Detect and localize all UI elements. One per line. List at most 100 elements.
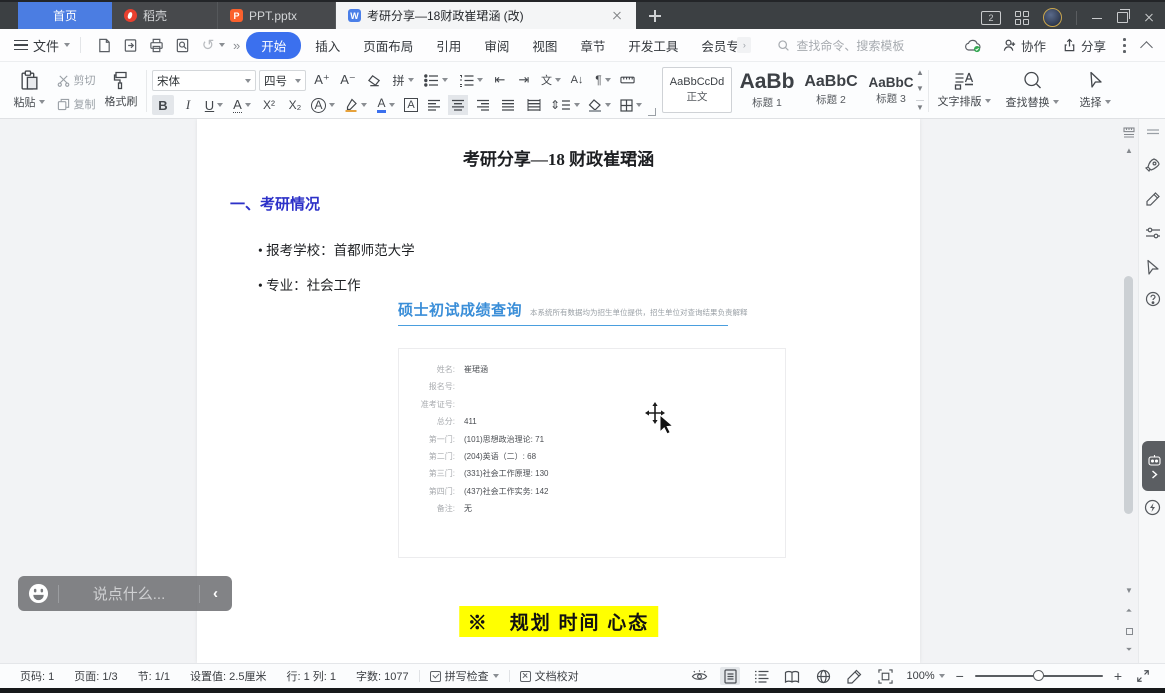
chat-collapse-icon[interactable]: ‹ xyxy=(209,585,222,602)
undo-dropdown-icon[interactable] xyxy=(219,43,225,47)
bold-button[interactable]: B xyxy=(152,95,174,115)
tab-home[interactable]: 首页 xyxy=(18,2,112,29)
copy-button[interactable]: 复制 xyxy=(52,95,100,113)
ai-assistant-panel[interactable] xyxy=(1142,441,1165,491)
pinyin-guide-button[interactable]: 拼 xyxy=(388,70,418,90)
chat-input-overlay[interactable]: 说点什么... ‹ xyxy=(18,576,232,611)
close-window-button[interactable] xyxy=(1142,11,1155,24)
read-mode-icon[interactable] xyxy=(782,667,802,685)
status-item[interactable]: 节: 1/1 xyxy=(128,668,180,684)
styles-scroll-down-icon[interactable]: ▼ xyxy=(916,84,924,93)
tab-close-icon[interactable] xyxy=(610,9,624,23)
zoom-slider[interactable] xyxy=(975,675,1103,677)
character-border-button[interactable]: A xyxy=(401,95,421,115)
proofread-toggle[interactable]: 文档校对 xyxy=(510,668,589,684)
user-avatar[interactable] xyxy=(1043,8,1062,27)
web-view-icon[interactable] xyxy=(813,667,833,685)
tab-document-active[interactable]: W 考研分享—18财政崔珺涵 (改) xyxy=(336,2,636,29)
sort-button[interactable]: A↓ xyxy=(564,70,590,90)
distribute-button[interactable] xyxy=(523,95,545,115)
file-menu[interactable]: 文件 xyxy=(14,36,70,55)
help-icon[interactable] xyxy=(1139,291,1165,307)
rail-drag-handle[interactable] xyxy=(1139,129,1165,135)
document-page[interactable]: 考研分享—18 财政崔珺涵 一、考研情况 • 报考学校：首都师范大学• 专业：社… xyxy=(197,119,920,663)
tab-ppt[interactable]: P PPT.pptx xyxy=(218,2,336,29)
cloud-sync-icon[interactable] xyxy=(962,34,984,56)
find-replace-button[interactable]: 查找替换 xyxy=(1000,66,1064,114)
font-group-launcher-icon[interactable] xyxy=(648,108,656,116)
menu-item[interactable]: 引用 xyxy=(436,36,461,55)
zoom-in-button[interactable]: + xyxy=(1114,668,1122,684)
collapse-ribbon-icon[interactable] xyxy=(1140,41,1153,54)
zoom-slider-handle[interactable] xyxy=(1033,670,1044,681)
justify-button[interactable] xyxy=(498,95,518,115)
tab-docer[interactable]: 稻壳 xyxy=(112,2,218,29)
settings-sliders-icon[interactable] xyxy=(1139,226,1165,240)
page-view-icon[interactable] xyxy=(720,667,740,685)
browse-object-icon[interactable] xyxy=(1122,624,1136,638)
next-page-icon[interactable]: ⏷ xyxy=(1122,643,1136,657)
command-search[interactable]: 查找命令、搜索模板 xyxy=(777,37,904,54)
clear-format-button[interactable] xyxy=(364,70,384,90)
bullet-list-button[interactable] xyxy=(420,70,452,90)
ruler-toggle-icon[interactable] xyxy=(1122,125,1136,139)
align-right-button[interactable] xyxy=(473,95,493,115)
zoom-level-button[interactable]: 100% xyxy=(906,670,944,682)
minimize-button[interactable] xyxy=(1091,12,1103,24)
ink-pen-icon[interactable] xyxy=(844,667,864,685)
style-heading-3[interactable]: AaBbC 标题 3 xyxy=(864,67,918,113)
status-item[interactable]: 行: 1 列: 1 xyxy=(276,668,346,684)
line-spacing-button[interactable]: ⇕ xyxy=(550,95,580,115)
superscript-button[interactable]: X² xyxy=(256,95,282,115)
previous-page-icon[interactable]: ⏶ xyxy=(1122,604,1136,618)
member-expand-icon[interactable]: › xyxy=(737,37,751,53)
more-quick-tools-icon[interactable]: » xyxy=(233,38,238,53)
pointer-icon[interactable] xyxy=(1139,259,1165,276)
status-item[interactable]: 设置值: 2.5厘米 xyxy=(180,668,276,684)
status-item[interactable]: 页码: 1 xyxy=(10,668,64,684)
show-marks-button[interactable]: ¶ xyxy=(590,70,616,90)
font-size-select[interactable]: 四号 xyxy=(259,70,306,91)
text-effects-button[interactable]: A xyxy=(308,95,338,115)
paste-button[interactable]: 粘贴 xyxy=(10,66,48,114)
cut-button[interactable]: 剪切 xyxy=(52,71,100,89)
menu-item[interactable]: 审阅 xyxy=(484,36,509,55)
grow-font-button[interactable]: A⁺ xyxy=(311,70,333,90)
shading-button[interactable] xyxy=(584,95,614,115)
workspace-grid-icon[interactable] xyxy=(1015,11,1029,25)
style-heading-1[interactable]: AaBb 标题 1 xyxy=(736,67,798,113)
styles-scroll-up-icon[interactable]: ▲ xyxy=(916,68,924,77)
edit-pen-icon[interactable] xyxy=(1139,191,1165,207)
subscript-button[interactable]: X₂ xyxy=(282,95,308,115)
restore-button[interactable] xyxy=(1117,12,1128,23)
increase-indent-button[interactable]: ⇥ xyxy=(513,70,535,90)
borders-button[interactable] xyxy=(616,95,646,115)
status-item[interactable]: 页面: 1/3 xyxy=(64,668,127,684)
more-menu-icon[interactable] xyxy=(1122,37,1126,53)
share-button[interactable]: 分享 xyxy=(1062,36,1106,55)
eye-protect-icon[interactable] xyxy=(689,667,709,685)
italic-button[interactable]: I xyxy=(177,95,199,115)
select-button[interactable]: 选择 xyxy=(1070,66,1120,114)
underline-button[interactable]: U xyxy=(200,95,228,115)
print-button[interactable] xyxy=(145,34,167,56)
new-tab-button[interactable] xyxy=(642,3,668,29)
window-count-badge[interactable]: 2 xyxy=(981,11,1001,25)
fit-page-icon[interactable] xyxy=(875,667,895,685)
text-layout-button[interactable]: 文字排版 xyxy=(934,66,994,114)
vertical-scrollbar[interactable]: ▲ ▼ ⏶ ⏷ xyxy=(1120,119,1138,663)
align-left-button[interactable] xyxy=(424,95,444,115)
format-painter-button[interactable]: 格式刷 xyxy=(100,66,142,114)
undo-button[interactable]: ↺ xyxy=(197,34,219,56)
style-heading-2[interactable]: AaBbC 标题 2 xyxy=(801,67,861,113)
spell-check-toggle[interactable]: 拼写检查 xyxy=(420,668,509,684)
save-button[interactable] xyxy=(93,34,115,56)
outline-view-icon[interactable] xyxy=(751,667,771,685)
flash-tool-icon[interactable] xyxy=(1139,499,1165,516)
font-name-select[interactable]: 宋体 xyxy=(152,70,256,91)
quick-tools-rocket-icon[interactable] xyxy=(1139,157,1165,174)
scrollbar-thumb[interactable] xyxy=(1124,276,1133,514)
style-body-text[interactable]: AaBbCcDd 正文 xyxy=(662,67,732,113)
menu-item[interactable]: 页面布局 xyxy=(363,36,413,55)
shrink-font-button[interactable]: A⁻ xyxy=(337,70,359,90)
